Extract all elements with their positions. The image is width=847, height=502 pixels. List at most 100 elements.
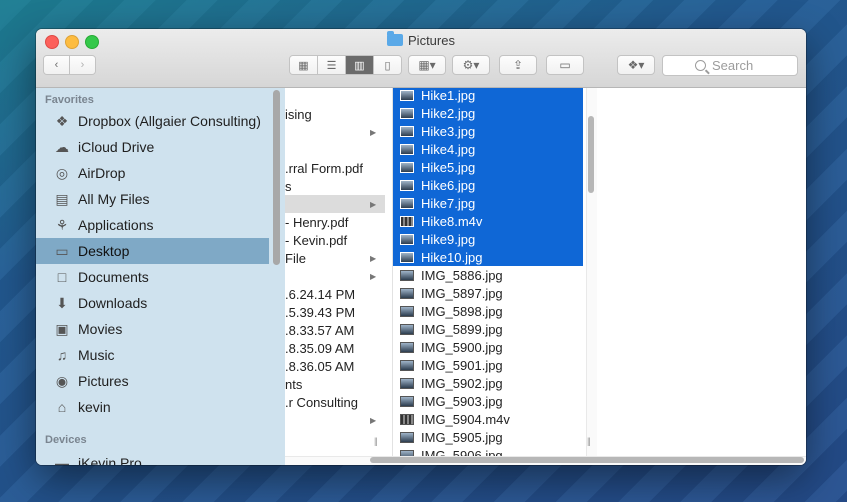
sidebar-item-label: Movies [78,321,123,337]
sidebar-item-all-my-files[interactable]: ▤ All My Files [36,186,269,212]
sidebar-item-applications[interactable]: ⚘ Applications [36,212,269,238]
sidebar-item-airdrop[interactable]: ◎ AirDrop [36,160,269,186]
image-file-icon [400,107,414,119]
action-button[interactable]: ⚙▾ [452,55,490,75]
arrange-button[interactable]: ▦▾ [408,55,446,75]
sidebar-item-music[interactable]: ♫ Music [36,342,269,368]
file-name: Hike6.jpg [421,177,476,193]
files-scrollbar-thumb[interactable] [588,116,594,193]
list-item-label: ising [285,106,312,122]
list-item[interactable]: ▶ [285,411,385,429]
file-row[interactable]: IMG_5906.jpg [393,446,583,456]
sidebar-item-dropbox-allgaier-consulting[interactable]: ❖ Dropbox (Allgaier Consulting) [36,108,269,134]
back-button[interactable]: ‹ [44,56,70,74]
file-row[interactable]: Hike2.jpg [393,104,583,122]
list-item[interactable]: .rral Form.pdf [285,159,385,177]
file-row[interactable]: Hike1.jpg [393,88,583,104]
icon-view-button[interactable]: ▦ [290,56,318,74]
file-row[interactable]: IMG_5886.jpg [393,266,583,284]
file-name: IMG_5902.jpg [421,375,503,391]
desktop-icon: ▭ [55,242,69,259]
list-item[interactable]: .8.35.09 AM [285,339,385,357]
file-row[interactable]: Hike4.jpg [393,140,583,158]
file-row[interactable]: IMG_5905.jpg [393,428,583,446]
list-item-label: .6.24.14 PM [285,286,356,302]
file-row[interactable]: Hike3.jpg [393,122,583,140]
file-row[interactable]: IMG_5901.jpg [393,356,583,374]
file-row[interactable]: Hike9.jpg [393,230,583,248]
list-item[interactable]: ising [285,105,385,123]
list-item[interactable]: ▶ [285,123,385,141]
disclosure-arrow-icon: ▶ [370,271,377,281]
sidebar-item-movies[interactable]: ▣ Movies [36,316,269,342]
list-item-label: .rral Form.pdf [285,160,364,176]
image-file-icon [400,161,414,173]
sidebar-item-ikevin-pro[interactable]: ▬ iKevin Pro [36,450,269,465]
list-item[interactable]: .r Consulting [285,393,385,411]
file-row[interactable]: IMG_5903.jpg [393,392,583,410]
sidebar-item-desktop[interactable]: ▭ Desktop [36,238,269,264]
file-row[interactable]: IMG_5900.jpg [393,338,583,356]
image-file-icon [400,341,414,353]
cover-flow-button[interactable]: ▯ [374,56,401,74]
dropbox-menu-button[interactable]: ❖▾ [617,55,655,75]
all-files-icon: ▤ [55,190,69,207]
list-item[interactable]: - Kevin.pdf [285,231,385,249]
list-item[interactable]: .8.36.05 AM [285,357,385,375]
file-name: Hike3.jpg [421,123,476,139]
file-row[interactable]: Hike7.jpg [393,194,583,212]
file-row[interactable]: IMG_5899.jpg [393,320,583,338]
list-item-label: File [285,250,306,266]
search-field[interactable]: Search [662,55,798,76]
list-item[interactable]: ▶ [285,195,385,213]
file-row[interactable]: IMG_5902.jpg [393,374,583,392]
search-icon [695,60,706,71]
downloads-icon: ⬇ [56,294,68,311]
list-item[interactable]: nts [285,375,385,393]
sidebar-item-pictures[interactable]: ◉ Pictures [36,368,269,394]
list-item[interactable]: File ▶ [285,249,385,267]
file-row[interactable]: Hike8.m4v [393,212,583,230]
file-row[interactable]: Hike10.jpg [393,248,583,266]
folder-icon [387,31,404,46]
sidebar-item-documents[interactable]: □ Documents [36,264,269,290]
horizontal-scrollbar-thumb[interactable] [370,457,804,463]
list-item[interactable]: s [285,177,385,195]
list-item[interactable]: .6.24.14 PM [285,285,385,303]
column-view-button[interactable]: ▥ [346,56,374,74]
tags-button[interactable]: ▭ [546,55,584,75]
list-item[interactable]: .5.39.43 PM [285,303,385,321]
list-item-label: s [285,178,292,194]
file-row[interactable]: IMG_5898.jpg [393,302,583,320]
file-name: IMG_5903.jpg [421,393,503,409]
chevron-left-icon: ‹ [54,59,59,71]
list-item[interactable]: - Henry.pdf [285,213,385,231]
list-item[interactable]: ▶ [285,267,385,285]
share-button[interactable]: ⇪ [499,55,537,75]
column-resize-handle[interactable]: || [374,436,378,446]
file-name: IMG_5898.jpg [421,303,503,319]
sidebar-item-icloud-drive[interactable]: ☁ iCloud Drive [36,134,269,160]
file-name: Hike10.jpg [421,249,483,265]
image-file-icon [400,377,414,389]
file-row[interactable]: IMG_5897.jpg [393,284,583,302]
list-item[interactable] [285,141,385,159]
forward-button[interactable]: › [70,56,95,74]
parent-folder-column: ising ▶ .rral Form.pdf s ▶ - Henry.pdf - Kev… [285,88,392,456]
sidebar-item-downloads[interactable]: ⬇ Downloads [36,290,269,316]
file-name: Hike7.jpg [421,195,476,211]
file-row[interactable]: Hike6.jpg [393,176,583,194]
file-row[interactable]: IMG_5904.m4v [393,410,583,428]
sidebar-item-label: Applications [78,217,154,233]
sidebar-scrollbar[interactable] [273,90,280,265]
camera-icon: ◉ [55,372,69,389]
list-item-label: .8.35.09 AM [285,340,355,356]
list-item[interactable]: .8.33.57 AM [285,321,385,339]
sidebar-item-label: Documents [78,269,149,285]
sidebar-item-kevin[interactable]: ⌂ kevin [36,394,269,420]
list-item-label: .8.33.57 AM [285,322,355,338]
column-resize-handle[interactable]: || [587,436,591,446]
list-view-button[interactable]: ☰ [318,56,346,74]
file-row[interactable]: Hike5.jpg [393,158,583,176]
list-icon: ☰ [326,59,337,72]
